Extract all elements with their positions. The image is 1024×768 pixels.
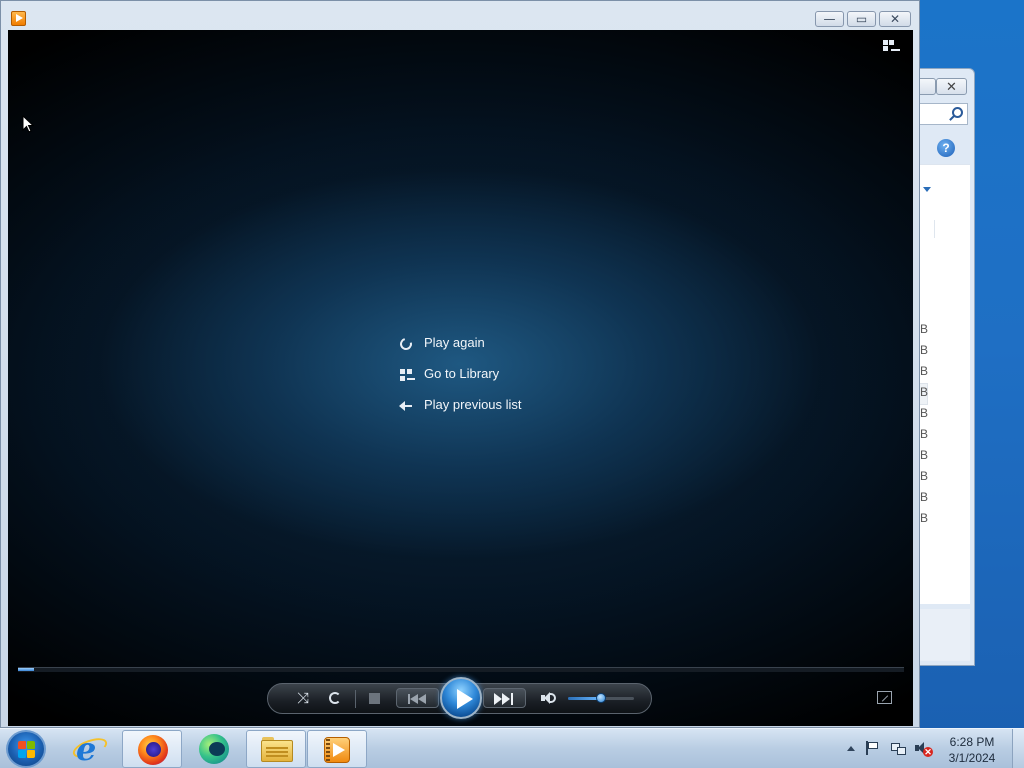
switch-to-library-icon[interactable] xyxy=(883,40,901,54)
seek-progress xyxy=(18,668,34,671)
file-size-cell: B xyxy=(920,406,929,420)
back-arrow-icon xyxy=(398,398,414,414)
chevron-down-icon[interactable] xyxy=(923,187,931,192)
show-desktop-button[interactable] xyxy=(1012,729,1024,768)
file-size-cell: B xyxy=(920,364,929,378)
network-icon[interactable] xyxy=(891,741,907,756)
folder-icon xyxy=(261,740,293,762)
library-icon xyxy=(398,367,415,383)
close-button[interactable]: ✕ xyxy=(879,11,911,27)
file-size-cell: B xyxy=(920,427,929,441)
background-details-pane xyxy=(914,609,970,661)
file-size-cell: B xyxy=(920,322,929,336)
title-bar[interactable]: — ▭ ✕ xyxy=(1,1,919,31)
library-toggle-square xyxy=(883,40,888,45)
next-button[interactable] xyxy=(483,688,526,708)
action-center-flag-icon[interactable] xyxy=(866,741,880,755)
media-player-taskbar-button[interactable] xyxy=(307,730,367,768)
file-size-cell: B xyxy=(920,511,929,525)
help-icon[interactable]: ? xyxy=(937,139,955,157)
search-icon[interactable] xyxy=(952,107,963,118)
library-toggle-square xyxy=(883,46,888,51)
background-search-box[interactable] xyxy=(914,103,968,125)
playback-controls: ⤨ xyxy=(267,677,652,719)
switch-to-now-playing-icon[interactable] xyxy=(877,691,892,704)
go-to-library-label: Go to Library xyxy=(424,366,500,381)
column-separator xyxy=(934,220,935,238)
volume-slider[interactable] xyxy=(568,693,634,703)
library-toggle-square xyxy=(889,40,894,45)
background-file-list: BBBBBBBBBB xyxy=(914,164,970,604)
shuffle-button[interactable]: ⤨ xyxy=(292,684,314,713)
file-size-cell: B xyxy=(920,469,929,483)
now-playing-area[interactable]: Play again Go to Library Play previous l… xyxy=(8,30,913,726)
system-tray: ✕ 6:28 PM 3/1/2024 xyxy=(842,729,1024,768)
background-window-close-button[interactable]: ✕ xyxy=(936,78,967,95)
clock[interactable]: 6:28 PM 3/1/2024 xyxy=(940,734,1004,766)
file-explorer-taskbar-button[interactable] xyxy=(246,730,306,768)
file-size-cell: B xyxy=(920,385,929,399)
clock-time: 6:28 PM xyxy=(949,735,995,749)
replay-icon xyxy=(397,335,415,353)
show-hidden-icons-button[interactable] xyxy=(847,746,855,751)
clock-date: 3/1/2024 xyxy=(948,751,996,765)
media-player-window: — ▭ ✕ Play again Go to Library Play prev… xyxy=(0,0,920,728)
internet-explorer-taskbar-button[interactable]: e xyxy=(60,730,120,768)
play-previous-list-label: Play previous list xyxy=(424,397,522,412)
volume-slider-thumb[interactable] xyxy=(596,693,606,703)
volume-muted-icon[interactable]: ✕ xyxy=(915,741,933,757)
media-player-app-icon[interactable] xyxy=(11,11,26,26)
mute-button[interactable] xyxy=(536,684,558,713)
taskbar: e ✕ 6:28 PM 3/1/2024 xyxy=(0,728,1024,768)
minimize-button[interactable]: — xyxy=(815,11,844,27)
seek-bar[interactable] xyxy=(18,667,904,672)
stop-button[interactable] xyxy=(364,684,384,713)
maximize-button[interactable]: ▭ xyxy=(847,11,876,27)
repeat-button[interactable] xyxy=(324,684,346,713)
play-again-label: Play again xyxy=(424,335,485,350)
previous-button[interactable] xyxy=(396,688,439,708)
file-size-cell: B xyxy=(920,448,929,462)
firefox-taskbar-button[interactable] xyxy=(122,730,182,768)
controls-divider xyxy=(355,690,356,708)
repeat-icon xyxy=(329,692,341,704)
library-toggle-arrow xyxy=(891,49,900,51)
browser-taskbar-button[interactable] xyxy=(184,730,244,768)
play-button[interactable] xyxy=(440,677,482,719)
file-size-cell: B xyxy=(920,490,929,504)
file-size-cell: B xyxy=(920,343,929,357)
start-button[interactable] xyxy=(6,730,46,768)
